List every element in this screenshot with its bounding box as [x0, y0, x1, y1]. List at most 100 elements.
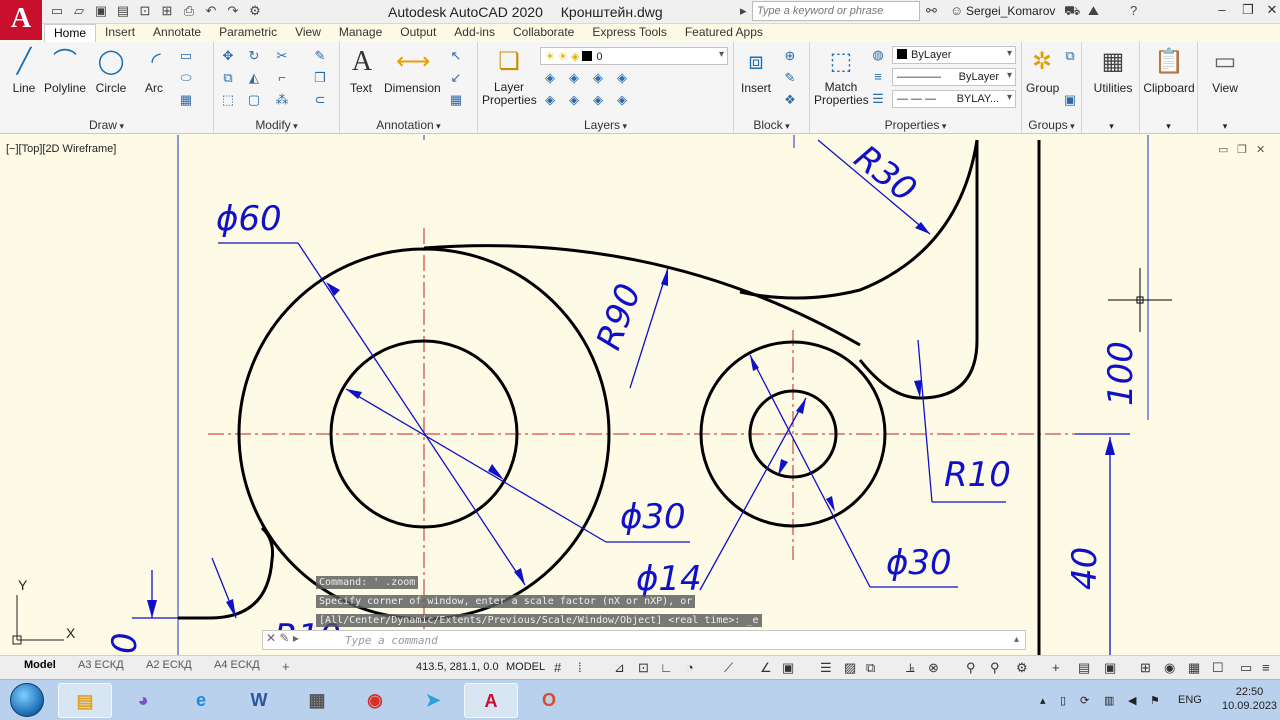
- tab-featured-apps[interactable]: Featured Apps: [676, 24, 772, 42]
- properties-panel-title[interactable]: Properties: [810, 118, 1021, 132]
- restore-icon[interactable]: ❐: [1238, 2, 1258, 20]
- dynamic-ucs-icon[interactable]: ⊗: [928, 660, 939, 676]
- layout-tab-a2[interactable]: A2 ЕСКД: [146, 659, 192, 671]
- table-icon[interactable]: ▦: [448, 92, 464, 108]
- add-layout-icon[interactable]: +: [282, 659, 290, 674]
- annotation-scale-icon[interactable]: ⚲: [966, 660, 976, 676]
- ellipse-icon[interactable]: ⬭: [178, 70, 194, 86]
- start-button[interactable]: [10, 683, 44, 717]
- customization-icon[interactable]: ▭: [1240, 660, 1252, 676]
- layer-freeze-icon[interactable]: ◈: [590, 70, 606, 86]
- offset-icon[interactable]: ⊂: [312, 92, 328, 108]
- circle-button[interactable]: ◯ Circle: [94, 46, 128, 95]
- make-current-icon[interactable]: ◈: [542, 92, 558, 108]
- multileader-icon[interactable]: ↙: [448, 70, 464, 86]
- text-button[interactable]: A Text: [346, 46, 376, 95]
- view-button[interactable]: ▭ View: [1206, 46, 1244, 95]
- taskbar-explorer-icon[interactable]: ▤: [58, 683, 112, 718]
- array-icon[interactable]: ⁂: [274, 92, 290, 108]
- tab-home[interactable]: Home: [44, 24, 97, 42]
- annotation-panel-title[interactable]: Annotation: [340, 118, 477, 132]
- layer-isolate-icon[interactable]: ◈: [566, 70, 582, 86]
- viewport-restore-icon[interactable]: ❐: [1237, 143, 1247, 156]
- viewport-minimize-icon[interactable]: ▭: [1218, 143, 1228, 156]
- taskbar-word-icon[interactable]: W: [232, 683, 286, 718]
- clipboard-panel[interactable]: 📋 Clipboard ▾: [1140, 42, 1198, 134]
- new-file-icon[interactable]: ▭: [48, 2, 66, 20]
- block-panel-title[interactable]: Block: [734, 118, 809, 132]
- tab-insert[interactable]: Insert: [96, 24, 144, 42]
- mirror-icon[interactable]: ◭: [246, 70, 262, 86]
- save-icon[interactable]: ▣: [92, 2, 110, 20]
- rectangle-icon[interactable]: ▭: [178, 48, 194, 64]
- tab-annotate[interactable]: Annotate: [144, 24, 210, 42]
- tray-volume-icon[interactable]: ◀: [1128, 694, 1136, 707]
- command-settings-icon[interactable]: ✎: [279, 631, 289, 645]
- cart-icon[interactable]: ⛟: [1064, 3, 1080, 21]
- grid-icon[interactable]: #: [554, 660, 561, 675]
- hatch-icon[interactable]: ▦: [178, 92, 194, 108]
- isolate-objects-icon[interactable]: ◉: [1164, 660, 1175, 676]
- tray-show-hidden-icon[interactable]: ▴: [1040, 694, 1046, 707]
- layer-lock-icon[interactable]: ◈: [614, 70, 630, 86]
- taskbar-chrome-icon[interactable]: ◉: [348, 683, 402, 718]
- scale-icon[interactable]: ▢: [246, 92, 262, 108]
- system-clock[interactable]: 22:50 10.09.2023: [1222, 685, 1277, 713]
- layout-tab-a3[interactable]: A3 ЕСКД: [78, 659, 124, 671]
- taskbar-viber-icon[interactable]: ◕: [116, 683, 170, 718]
- clipboard-button[interactable]: 📋 Clipboard: [1142, 46, 1196, 95]
- infer-constraints-icon[interactable]: ⊿: [614, 660, 625, 676]
- ungroup-icon[interactable]: ⧉: [1062, 48, 1078, 64]
- object-snap-tracking-icon[interactable]: ∠: [760, 660, 772, 676]
- utilities-button[interactable]: ▦ Utilities: [1088, 46, 1138, 95]
- language-indicator[interactable]: ENG: [1178, 694, 1202, 706]
- modify-panel-title[interactable]: Modify: [214, 118, 339, 132]
- layout-tab-model[interactable]: Model: [24, 659, 56, 671]
- isodraft-icon[interactable]: ⟋: [724, 660, 733, 676]
- transparency-icon[interactable]: ▨: [844, 660, 856, 676]
- view-expand-icon[interactable]: ▾: [1198, 121, 1252, 132]
- tab-express-tools[interactable]: Express Tools: [583, 24, 675, 42]
- user-name[interactable]: Sergei_Komarov: [966, 4, 1055, 18]
- rotate-icon[interactable]: ↻: [246, 48, 262, 64]
- command-expand-icon[interactable]: ▴: [1014, 634, 1019, 645]
- hardware-acceleration-icon[interactable]: ▦: [1188, 660, 1200, 676]
- application-menu-button[interactable]: A: [0, 0, 42, 40]
- web-save-icon[interactable]: ⊞: [158, 2, 176, 20]
- tab-view[interactable]: View: [286, 24, 330, 42]
- dimension-button[interactable]: ⟷ Dimension: [384, 46, 441, 95]
- tray-sync-icon[interactable]: ⟳: [1080, 694, 1089, 707]
- a360-icon[interactable]: ⛰: [1088, 3, 1099, 19]
- tray-power-icon[interactable]: ▯: [1060, 694, 1066, 707]
- binoculars-icon[interactable]: ⚯: [926, 3, 937, 19]
- redo-icon[interactable]: ↷: [224, 2, 242, 20]
- layout-tab-a4[interactable]: A4 ЕСКД: [214, 659, 260, 671]
- erase-icon[interactable]: ✎: [312, 48, 328, 64]
- tab-manage[interactable]: Manage: [330, 24, 391, 42]
- copy-icon[interactable]: ⧉: [220, 70, 236, 86]
- dynamic-input-icon[interactable]: ⊡: [638, 660, 649, 676]
- trim-icon[interactable]: ✂: [274, 48, 290, 64]
- 3d-osnap-icon[interactable]: ⫡: [906, 660, 915, 676]
- leader-icon[interactable]: ↖: [448, 48, 464, 64]
- coordinates-readout[interactable]: 413.5, 281.1, 0.0: [416, 661, 499, 673]
- utilities-expand-icon[interactable]: ▾: [1084, 121, 1139, 132]
- viewport-controls-label[interactable]: [−][Top][2D Wireframe]: [6, 143, 116, 155]
- stretch-icon[interactable]: ⬚: [220, 92, 236, 108]
- group-select-icon[interactable]: ▣: [1062, 92, 1078, 108]
- workspace-switch-icon[interactable]: ⚙: [1016, 660, 1028, 676]
- tab-collaborate[interactable]: Collaborate: [504, 24, 583, 42]
- fillet-icon[interactable]: ⌐: [274, 70, 290, 86]
- tab-parametric[interactable]: Parametric: [210, 24, 286, 42]
- taskbar-calculator-icon[interactable]: ▦: [290, 683, 344, 718]
- layer-unlock-icon[interactable]: ◈: [614, 92, 630, 108]
- line-button[interactable]: ╱ Line: [8, 46, 40, 95]
- tab-output[interactable]: Output: [391, 24, 445, 42]
- lock-ui-icon[interactable]: ⊞: [1140, 660, 1151, 676]
- view-panel[interactable]: ▭ View ▾: [1198, 42, 1252, 134]
- arc-button[interactable]: ◜ Arc: [140, 46, 168, 95]
- edit-block-icon[interactable]: ✎: [782, 70, 798, 86]
- web-open-icon[interactable]: ⊡: [136, 2, 154, 20]
- add-icon[interactable]: +: [1052, 660, 1060, 675]
- draw-panel-title[interactable]: Draw: [0, 118, 213, 132]
